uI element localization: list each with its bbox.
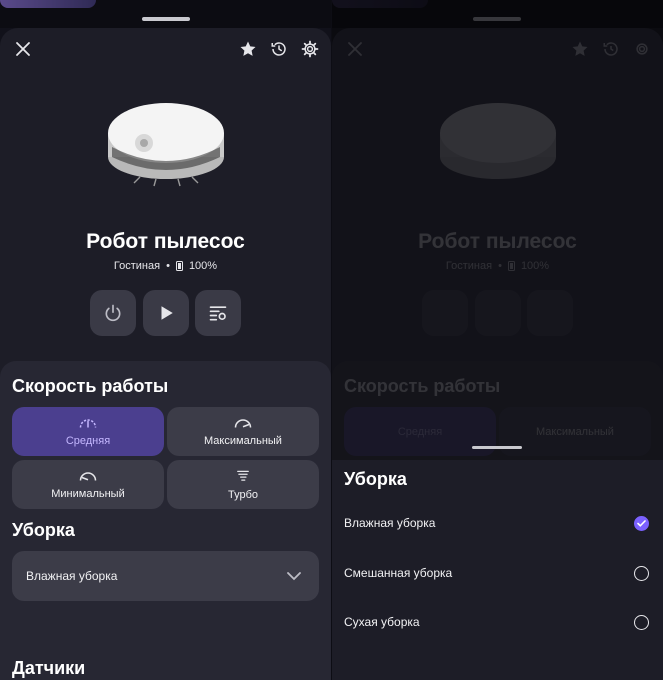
cleaning-mode-value: Влажная уборка <box>26 569 118 583</box>
radio-checked-icon[interactable] <box>634 515 649 531</box>
gauge-medium-icon <box>79 418 97 428</box>
popup-option-wet[interactable]: Влажная уборка <box>332 503 663 543</box>
speed-option-medium[interactable]: Средняя <box>12 407 164 456</box>
power-icon <box>105 304 121 322</box>
speed-section-title: Скорость работы <box>12 376 169 396</box>
previous-card-thumbnail <box>0 0 96 8</box>
gear-icon[interactable] <box>299 38 321 60</box>
star-icon[interactable] <box>237 38 259 60</box>
popup-title: Уборка <box>344 469 407 489</box>
device-title: Робот пылесос <box>86 230 245 253</box>
speed-option-label: Максимальный <box>204 434 282 447</box>
gauge-min-icon <box>79 471 97 481</box>
popup-option-mixed[interactable]: Смешанная уборка <box>332 553 663 593</box>
separator-dot: • <box>166 260 170 272</box>
device-screen: Робот пылесос Гостиная • 100% Скорость р… <box>0 0 331 680</box>
option-label: Влажная уборка <box>344 516 436 530</box>
robot-vacuum-image <box>108 103 224 187</box>
chevron-down-icon <box>287 571 301 580</box>
speed-option-max[interactable]: Максимальный <box>167 407 319 456</box>
radio-unchecked-icon[interactable] <box>634 565 649 581</box>
mode-settings-icon <box>209 306 227 321</box>
speed-option-label: Минимальный <box>51 487 125 500</box>
gauge-max-icon <box>234 418 252 428</box>
sensors-section-title: Датчики <box>12 658 86 678</box>
history-icon[interactable] <box>268 38 290 60</box>
option-label: Смешанная уборка <box>344 566 453 580</box>
cleaning-mode-select[interactable]: Влажная уборка <box>12 551 319 601</box>
sheet-grabber[interactable] <box>142 17 190 21</box>
play-icon <box>161 306 173 320</box>
battery-level: 100% <box>188 260 218 272</box>
tornado-icon <box>237 470 249 481</box>
power-button[interactable] <box>90 290 136 336</box>
speed-option-min[interactable]: Минимальный <box>12 460 164 509</box>
status-strip <box>0 0 331 28</box>
room-label: Гостиная <box>113 260 161 272</box>
device-subtitle: Гостиная • 100% <box>0 260 331 272</box>
option-label: Сухая уборка <box>344 615 420 629</box>
battery-icon <box>175 261 183 271</box>
speed-option-turbo[interactable]: Турбо <box>167 460 319 509</box>
popup-grabber[interactable] <box>472 446 522 449</box>
speed-option-label: Средняя <box>65 434 111 447</box>
speed-option-label: Турбо <box>227 488 258 501</box>
play-button[interactable] <box>143 290 189 336</box>
popup-option-dry[interactable]: Сухая уборка <box>332 602 663 642</box>
radio-unchecked-icon[interactable] <box>634 614 649 630</box>
mode-settings-button[interactable] <box>195 290 241 336</box>
close-icon[interactable] <box>12 38 34 60</box>
cleaning-section-title: Уборка <box>12 520 75 540</box>
